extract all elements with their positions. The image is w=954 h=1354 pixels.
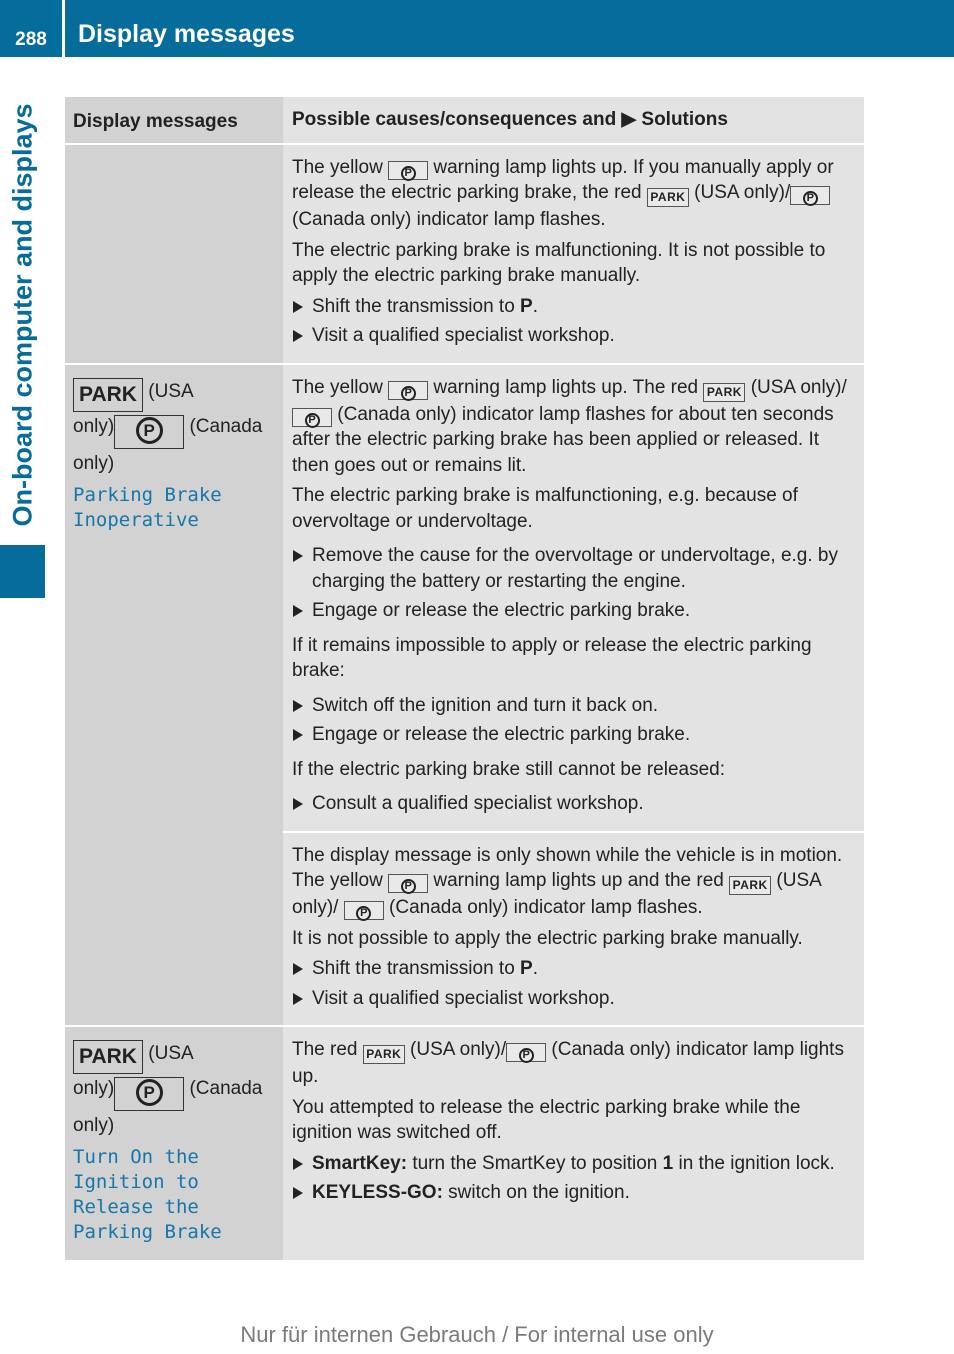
display-message-text: Turn On the Ignition to Release the Parking… bbox=[73, 1146, 222, 1243]
lead-paragraph: The display message is only shown while … bbox=[292, 844, 843, 866]
internal-use-footer: Nur für internen Gebrauch / For internal… bbox=[240, 1322, 714, 1347]
solution-cell: The red PARK (USA only)/P (Canada only) … bbox=[283, 1025, 864, 1260]
table-row: The yellow P warning lamp lights up. If … bbox=[65, 143, 864, 364]
solution-step: SmartKey: turn the SmartKey to position … bbox=[292, 1151, 855, 1177]
solution-cell: The yellow P warning lamp lights up. The… bbox=[283, 362, 864, 1026]
parking-brake-lamp-icon: P bbox=[114, 1077, 185, 1111]
message-cell: PARK (USA only) P (Canada only) Parking B… bbox=[65, 362, 283, 1026]
display-message-text: Parking Brake Inoperative bbox=[73, 483, 222, 531]
condition-paragraph: If the electric parking brake still cann… bbox=[292, 758, 726, 780]
park-lamp-icon: PARK bbox=[73, 1040, 143, 1074]
cause-paragraph: You attempted to release the electric pa… bbox=[292, 1096, 801, 1144]
table-row: PARK (USA only) P (Canada only) Turn On t… bbox=[65, 1025, 864, 1260]
solution-step: KEYLESS-GO: switch on the ignition. bbox=[292, 1180, 855, 1206]
side-section-label: On-board computer and displays bbox=[0, 92, 45, 537]
park-indicator-lamp-icon: PARK bbox=[729, 876, 772, 895]
page-header-bar: 288 Display messages bbox=[0, 0, 954, 57]
solution-step: Remove the cause for the overvoltage or … bbox=[292, 543, 855, 594]
solution-subblock: The display message is only shown while … bbox=[283, 830, 864, 1026]
intro-paragraph: The yellow P warning lamp lights up. The… bbox=[292, 376, 847, 476]
solution-cell: The yellow P warning lamp lights up. If … bbox=[283, 143, 864, 364]
solution-step: Shift the transmission to P. bbox=[292, 956, 855, 982]
cause-paragraph: The electric parking brake is malfunctio… bbox=[292, 485, 798, 532]
cause-paragraph: It is not possible to apply the electric… bbox=[292, 927, 803, 949]
cause-paragraph: The electric parking brake is malfunctio… bbox=[292, 239, 826, 287]
park-indicator-lamp-icon: PARK bbox=[646, 188, 689, 207]
message-cell-empty bbox=[65, 143, 283, 364]
solution-step: Visit a qualified specialist workshop. bbox=[292, 986, 855, 1012]
park-indicator-lamp-icon: PARK bbox=[703, 382, 746, 402]
side-section-text: On-board computer and displays bbox=[7, 102, 37, 527]
parking-brake-indicator-lamp-icon: P bbox=[790, 186, 831, 206]
condition-paragraph: If it remains impossible to apply or rel… bbox=[292, 634, 812, 682]
solution-step: Visit a qualified specialist workshop. bbox=[292, 323, 855, 349]
parking-brake-indicator-lamp-icon: P bbox=[292, 407, 332, 428]
intro-paragraph: The red PARK (USA only)/P (Canada only) … bbox=[292, 1039, 844, 1087]
header-display-messages: Display messages bbox=[65, 97, 283, 145]
solution-step: Engage or release the electric parking b… bbox=[292, 598, 855, 624]
solutions-arrow-icon: ▶ bbox=[621, 109, 637, 130]
solution-step: Engage or release the electric parking b… bbox=[292, 722, 855, 748]
parking-brake-warning-lamp-icon: P bbox=[388, 874, 429, 894]
table-row: PARK (USA only) P (Canada only) Parking B… bbox=[65, 362, 864, 1026]
solution-step: Shift the transmission to P. bbox=[292, 294, 855, 320]
display-messages-table: Display messages Possible causes/consequ… bbox=[65, 97, 864, 1260]
page-title: Display messages bbox=[78, 20, 295, 48]
parking-brake-indicator-lamp-icon: P bbox=[506, 1043, 547, 1063]
parking-brake-warning-lamp-icon: P bbox=[388, 160, 429, 181]
side-section-tab bbox=[0, 545, 45, 598]
message-cell: PARK (USA only) P (Canada only) Turn On t… bbox=[65, 1025, 283, 1260]
table-header-row: Display messages Possible causes/consequ… bbox=[65, 97, 864, 145]
header-causes-solutions: Possible causes/consequences and ▶ Solut… bbox=[283, 97, 864, 145]
park-indicator-lamp-icon: PARK bbox=[362, 1045, 405, 1064]
solution-step: Switch off the ignition and turn it back… bbox=[292, 693, 855, 719]
page-number: 288 bbox=[15, 29, 47, 50]
parking-brake-warning-lamp-icon: P bbox=[388, 380, 429, 401]
intro-paragraph: The yellow P warning lamp lights up. If … bbox=[292, 156, 834, 231]
header-divider bbox=[62, 0, 65, 57]
parking-brake-lamp-icon: P bbox=[114, 414, 185, 449]
intro-paragraph: The yellow P warning lamp lights up and … bbox=[292, 870, 821, 921]
park-lamp-icon: PARK bbox=[73, 377, 143, 412]
solution-step: Consult a qualified specialist workshop. bbox=[292, 791, 855, 817]
parking-brake-indicator-lamp-icon: P bbox=[343, 901, 384, 921]
